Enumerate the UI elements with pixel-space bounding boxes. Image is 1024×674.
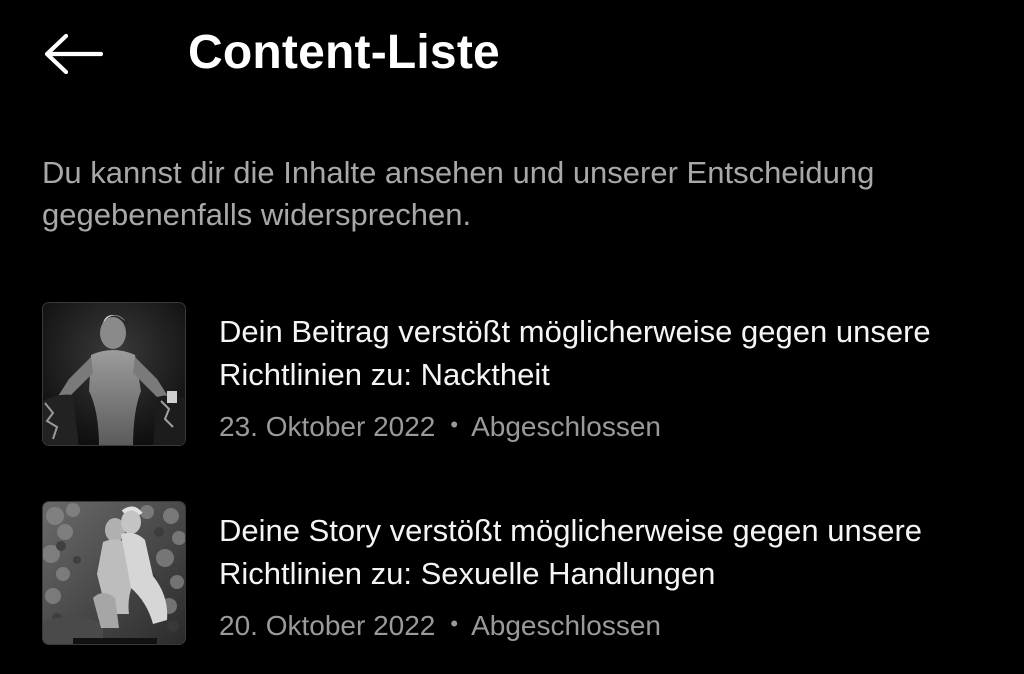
item-title: Dein Beitrag verstößt möglicherweise geg… (219, 314, 931, 392)
meta-separator: • (450, 611, 459, 636)
status-label: Abgeschlossen (471, 610, 661, 641)
item-meta: 20. Oktober 2022 • Abgeschlossen (219, 607, 999, 643)
status-label: Abgeschlossen (471, 411, 661, 442)
item-meta: 23. Oktober 2022 • Abgeschlossen (219, 408, 999, 444)
content-list-item[interactable]: Deine Story verstößt möglicherweise gege… (42, 501, 1002, 649)
content-thumbnail (42, 501, 186, 645)
top-bar: Content-Liste (0, 0, 1024, 106)
arrow-left-icon (44, 33, 103, 75)
item-title: Deine Story verstößt möglicherweise gege… (219, 513, 923, 591)
item-text: Deine Story verstößt möglicherweise gege… (219, 509, 999, 643)
page-title: Content-Liste (188, 26, 500, 79)
item-text: Dein Beitrag verstößt möglicherweise geg… (219, 310, 999, 444)
meta-separator: • (450, 412, 459, 437)
item-date: 23. Oktober 2022 (219, 411, 436, 442)
item-date: 20. Oktober 2022 (219, 610, 436, 641)
back-button[interactable] (36, 22, 108, 86)
intro-text: Du kannst dir die Inhalte ansehen und un… (42, 155, 875, 232)
content-list-item[interactable]: Dein Beitrag verstößt möglicherweise geg… (42, 302, 1002, 450)
content-thumbnail (42, 302, 186, 446)
